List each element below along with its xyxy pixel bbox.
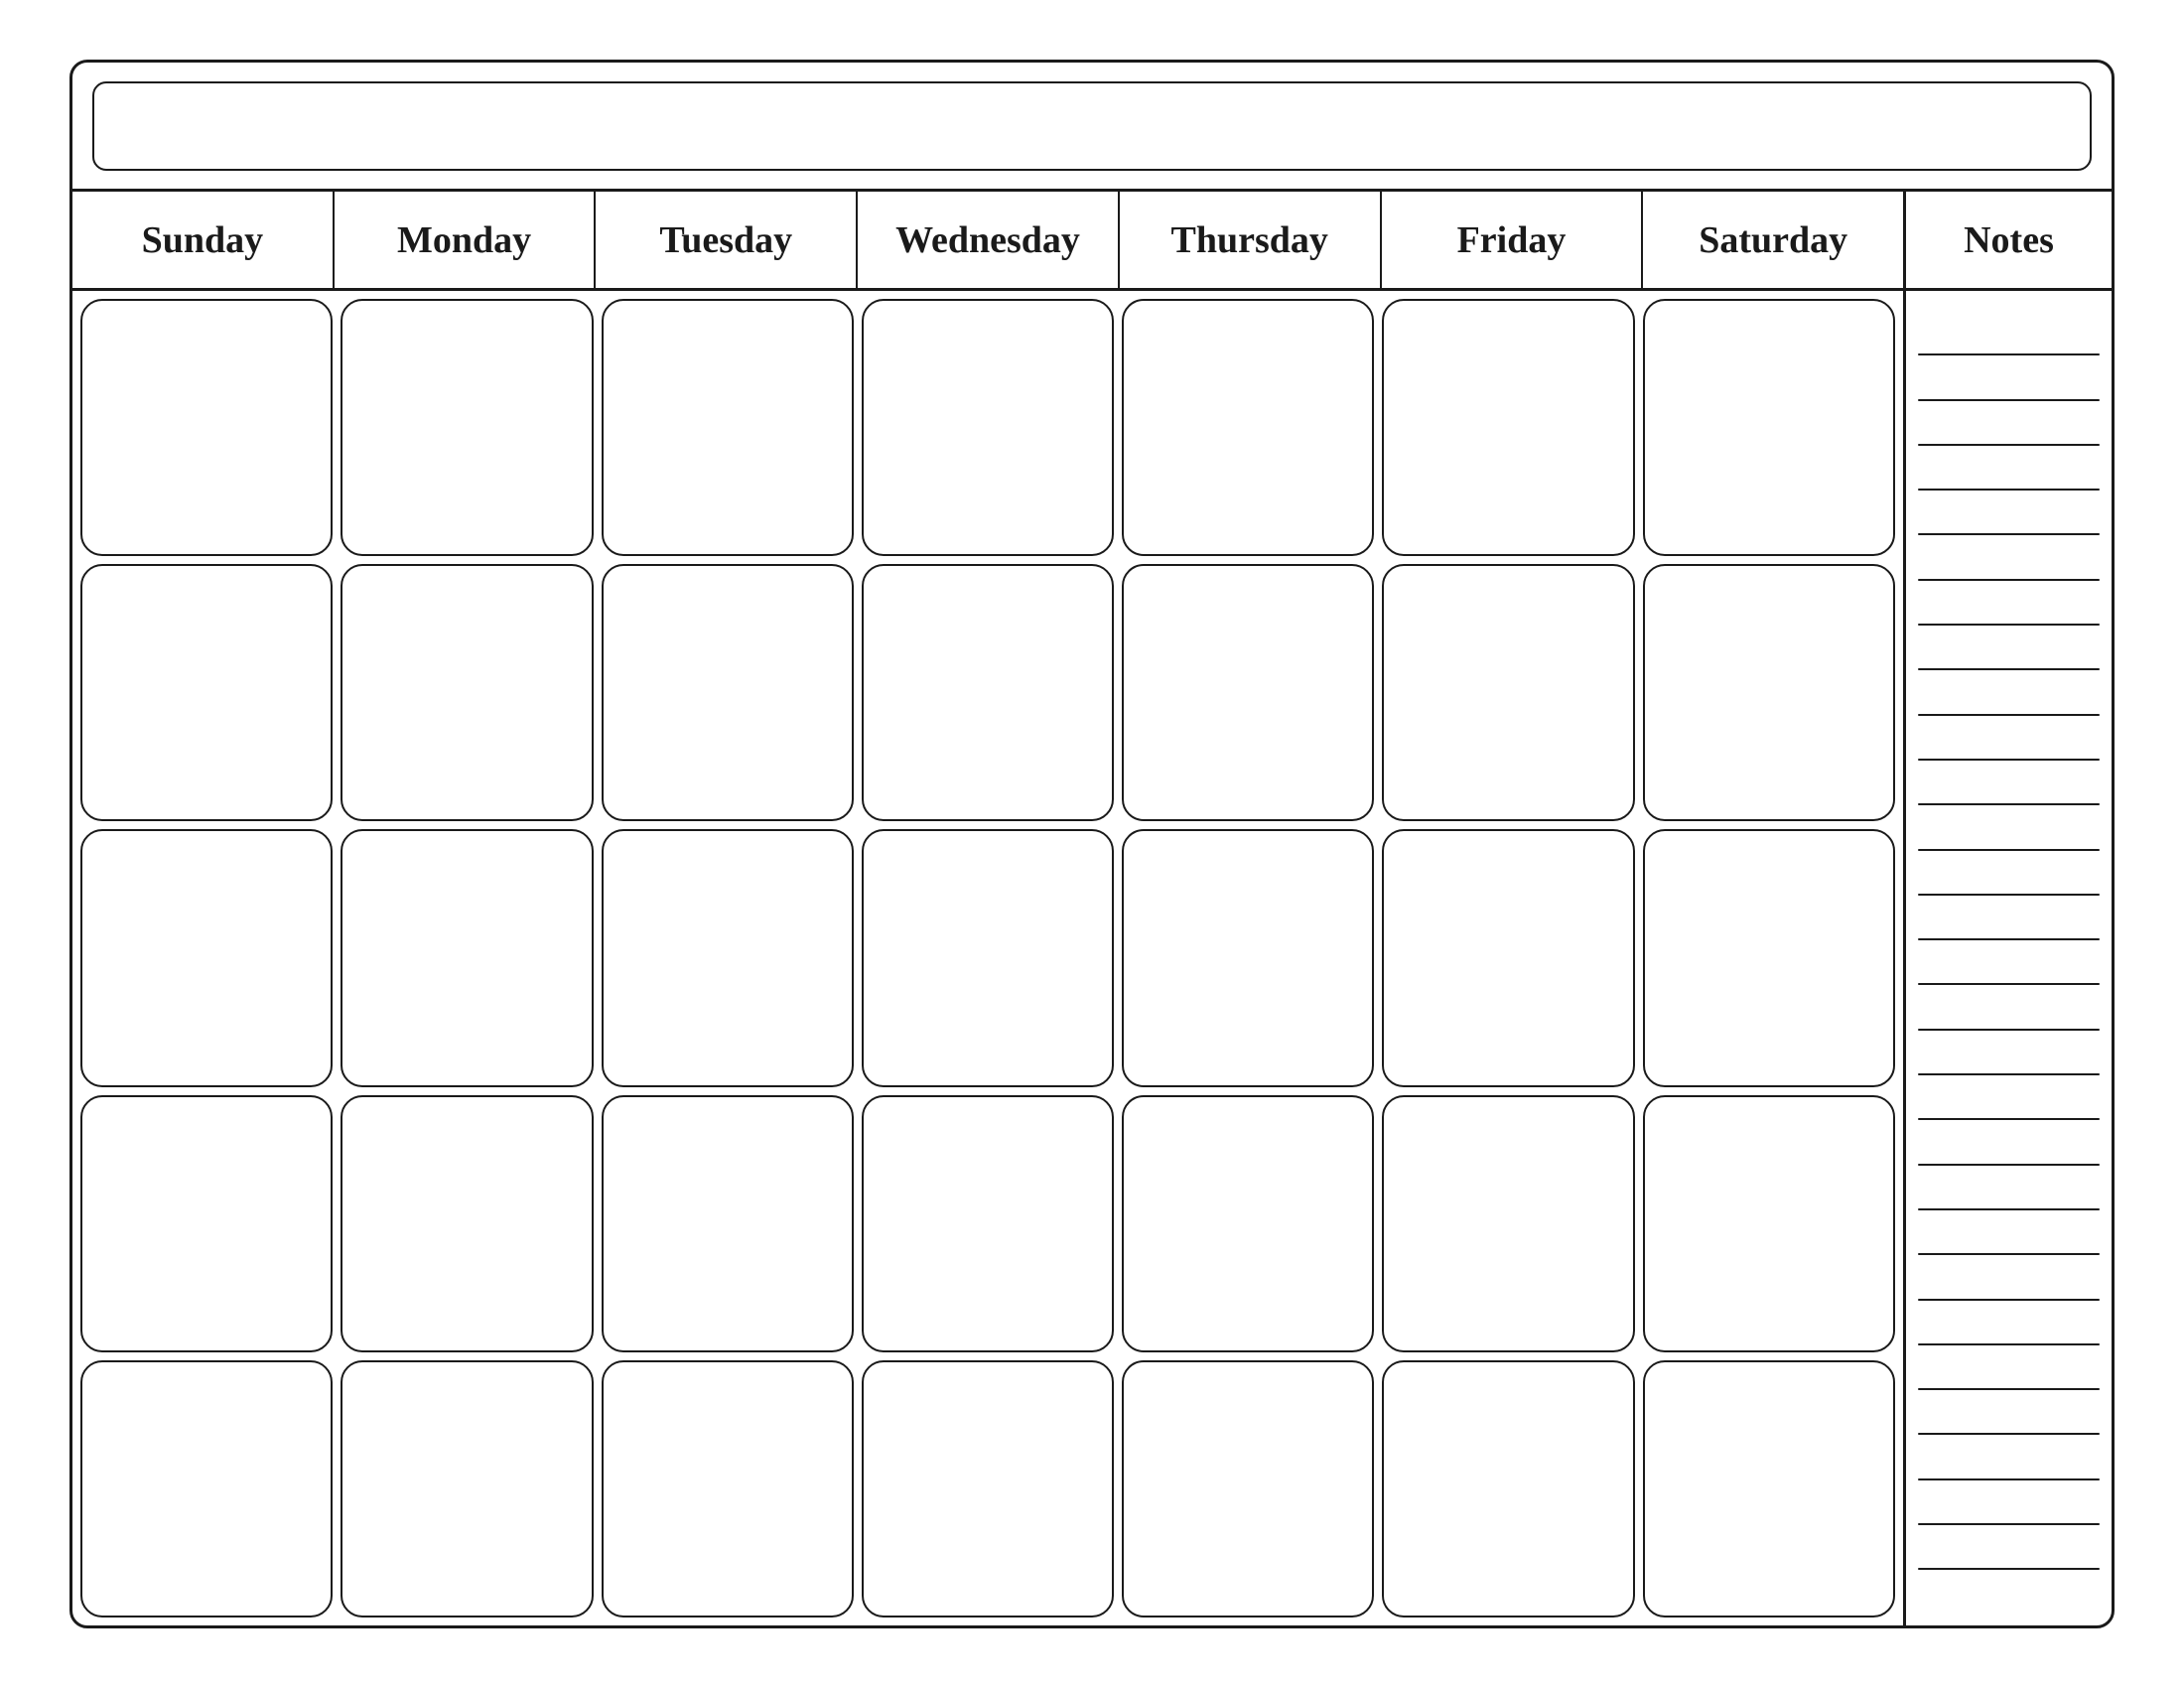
note-line: [1918, 714, 2100, 716]
day-cell-1-5[interactable]: [1122, 299, 1374, 556]
day-cell-4-2[interactable]: [341, 1095, 593, 1352]
note-line: [1918, 849, 2100, 851]
day-cell-5-7[interactable]: [1643, 1360, 1895, 1618]
note-line: [1918, 1029, 2100, 1031]
note-line: [1918, 1523, 2100, 1525]
day-cell-5-5[interactable]: [1122, 1360, 1374, 1618]
day-cell-4-1[interactable]: [80, 1095, 333, 1352]
day-cell-5-4[interactable]: [862, 1360, 1114, 1618]
note-line: [1918, 533, 2100, 535]
day-cell-5-3[interactable]: [602, 1360, 854, 1618]
week-row-1: [80, 299, 1895, 556]
note-line: [1918, 353, 2100, 355]
title-bar: [72, 63, 2112, 192]
day-cell-1-4[interactable]: [862, 299, 1114, 556]
day-cell-5-1[interactable]: [80, 1360, 333, 1618]
day-cell-3-2[interactable]: [341, 829, 593, 1086]
calendar-title-input[interactable]: [92, 81, 2092, 171]
day-cell-2-5[interactable]: [1122, 564, 1374, 821]
day-cell-1-6[interactable]: [1382, 299, 1634, 556]
day-cell-3-1[interactable]: [80, 829, 333, 1086]
day-cell-4-3[interactable]: [602, 1095, 854, 1352]
notes-lines-area[interactable]: [1906, 291, 2112, 1625]
week-row-4: [80, 1095, 1895, 1352]
day-cell-2-2[interactable]: [341, 564, 593, 821]
header-thursday: Thursday: [1120, 192, 1382, 288]
note-line: [1918, 759, 2100, 761]
notes-panel: Notes: [1903, 192, 2112, 1625]
day-cell-2-4[interactable]: [862, 564, 1114, 821]
note-line: [1918, 444, 2100, 446]
day-cell-4-7[interactable]: [1643, 1095, 1895, 1352]
days-grid: [72, 291, 1903, 1625]
note-line: [1918, 938, 2100, 940]
week-row-5: [80, 1360, 1895, 1618]
note-line: [1918, 1299, 2100, 1301]
note-line: [1918, 1253, 2100, 1255]
calendar-body: Sunday Monday Tuesday Wednesday Thursday…: [72, 192, 2112, 1625]
note-line: [1918, 1073, 2100, 1075]
note-line: [1918, 983, 2100, 985]
note-line: [1918, 399, 2100, 401]
day-cell-4-6[interactable]: [1382, 1095, 1634, 1352]
note-line: [1918, 1208, 2100, 1210]
note-line: [1918, 624, 2100, 626]
note-line: [1918, 1343, 2100, 1345]
note-line: [1918, 1568, 2100, 1570]
day-cell-3-5[interactable]: [1122, 829, 1374, 1086]
main-grid: Sunday Monday Tuesday Wednesday Thursday…: [72, 192, 1903, 1625]
day-cell-2-3[interactable]: [602, 564, 854, 821]
day-cell-2-1[interactable]: [80, 564, 333, 821]
notes-header-label: Notes: [1906, 192, 2112, 291]
day-cell-5-6[interactable]: [1382, 1360, 1634, 1618]
note-line: [1918, 1164, 2100, 1166]
note-line: [1918, 894, 2100, 896]
day-cell-4-5[interactable]: [1122, 1095, 1374, 1352]
header-row: Sunday Monday Tuesday Wednesday Thursday…: [72, 192, 1903, 291]
note-line: [1918, 803, 2100, 805]
day-cell-2-7[interactable]: [1643, 564, 1895, 821]
note-line: [1918, 579, 2100, 581]
day-cell-1-1[interactable]: [80, 299, 333, 556]
day-cell-5-2[interactable]: [341, 1360, 593, 1618]
note-line: [1918, 489, 2100, 491]
day-cell-3-4[interactable]: [862, 829, 1114, 1086]
header-friday: Friday: [1382, 192, 1644, 288]
note-line: [1918, 668, 2100, 670]
day-cell-4-4[interactable]: [862, 1095, 1114, 1352]
calendar-wrapper: Sunday Monday Tuesday Wednesday Thursday…: [69, 60, 2115, 1628]
header-monday: Monday: [335, 192, 597, 288]
note-line: [1918, 1433, 2100, 1435]
note-line: [1918, 1388, 2100, 1390]
week-row-2: [80, 564, 1895, 821]
note-line: [1918, 1478, 2100, 1480]
note-line: [1918, 1118, 2100, 1120]
header-tuesday: Tuesday: [596, 192, 858, 288]
day-cell-1-7[interactable]: [1643, 299, 1895, 556]
header-sunday: Sunday: [72, 192, 335, 288]
day-cell-3-6[interactable]: [1382, 829, 1634, 1086]
header-saturday: Saturday: [1643, 192, 1903, 288]
day-cell-3-7[interactable]: [1643, 829, 1895, 1086]
header-wednesday: Wednesday: [858, 192, 1120, 288]
day-cell-2-6[interactable]: [1382, 564, 1634, 821]
day-cell-1-2[interactable]: [341, 299, 593, 556]
day-cell-3-3[interactable]: [602, 829, 854, 1086]
day-cell-1-3[interactable]: [602, 299, 854, 556]
week-row-3: [80, 829, 1895, 1086]
